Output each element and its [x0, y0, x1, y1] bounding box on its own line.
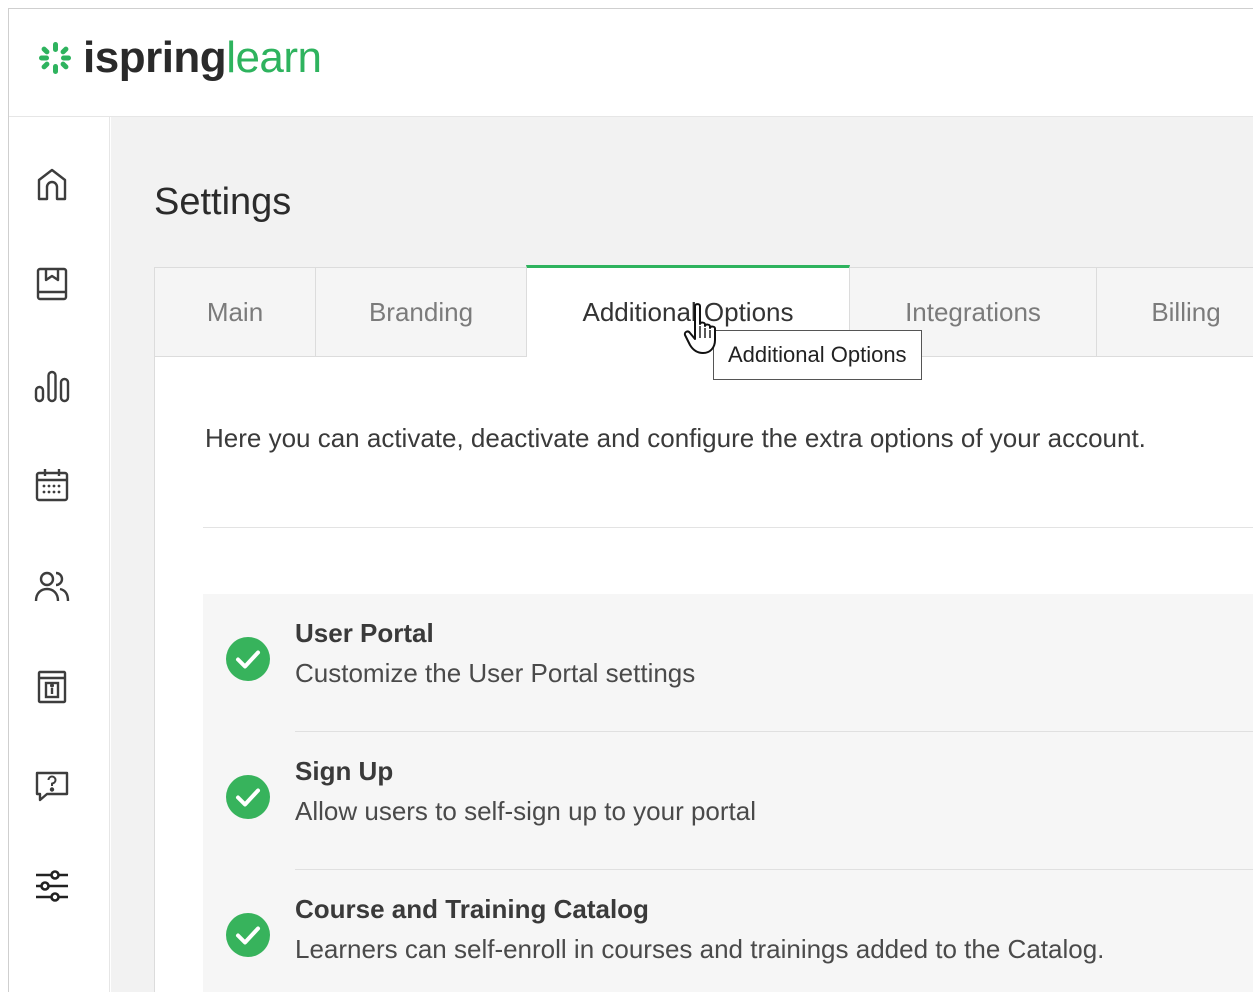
divider [203, 527, 1253, 528]
option-title: Course and Training Catalog [295, 894, 649, 924]
sidebar-item-help[interactable] [31, 765, 73, 807]
logo-wordmark-ispring: ispring [83, 33, 227, 82]
option-description: Allow users to self-sign up to your port… [295, 796, 756, 826]
option-title: User Portal [295, 618, 434, 648]
ispring-learn-logo[interactable]: ispringlearn [35, 33, 322, 83]
help-chat-icon [35, 771, 69, 802]
sidebar-item-reports[interactable] [31, 365, 73, 407]
sidebar-item-info[interactable] [31, 666, 73, 708]
sidebar-item-settings[interactable] [31, 865, 73, 907]
option-course-catalog[interactable]: Course and Training Catalog Learners can… [203, 870, 1253, 992]
tab-branding[interactable]: Branding [315, 267, 527, 357]
option-title: Sign Up [295, 756, 394, 786]
option-user-portal[interactable]: User Portal Customize the User Portal se… [203, 594, 1253, 732]
calendar-icon [35, 469, 69, 502]
logo-wordmark-learn: learn [226, 33, 322, 82]
left-sidebar [9, 117, 110, 992]
top-header: ispringlearn [9, 9, 1253, 117]
book-icon [36, 267, 68, 301]
check-circle-icon [226, 775, 270, 819]
panel-intro-text: Here you can activate, deactivate and co… [205, 423, 1146, 453]
check-circle-icon [226, 913, 270, 957]
option-sign-up[interactable]: Sign Up Allow users to self-sign up to y… [203, 732, 1253, 870]
options-list: User Portal Customize the User Portal se… [203, 594, 1253, 992]
home-icon [37, 168, 67, 201]
users-icon [34, 571, 70, 602]
sidebar-item-users[interactable] [31, 565, 73, 607]
bar-chart-icon [34, 370, 70, 403]
main-content: Settings Main Branding Additional Option… [111, 117, 1253, 992]
hand-pointer-cursor-icon [683, 303, 716, 354]
settings-sliders-icon [36, 870, 68, 902]
page-title: Settings [154, 181, 292, 223]
tab-billing[interactable]: Billing [1096, 267, 1253, 357]
option-description: Customize the User Portal settings [295, 658, 696, 688]
sidebar-item-courses[interactable] [31, 263, 73, 305]
ispring-logo-icon [39, 42, 71, 74]
tab-main[interactable]: Main [154, 267, 316, 357]
additional-options-panel: Here you can activate, deactivate and co… [154, 356, 1253, 992]
check-circle-icon [226, 637, 270, 681]
info-card-icon [37, 670, 67, 704]
tab-tooltip: Additional Options [713, 330, 922, 380]
sidebar-item-calendar[interactable] [31, 464, 73, 506]
sidebar-item-home[interactable] [31, 163, 73, 205]
option-description: Learners can self-enroll in courses and … [295, 934, 1105, 964]
app-window: ispringlearn Settings Main Branding Addi… [8, 8, 1253, 992]
logo-wordmark: ispringlearn [83, 33, 322, 83]
